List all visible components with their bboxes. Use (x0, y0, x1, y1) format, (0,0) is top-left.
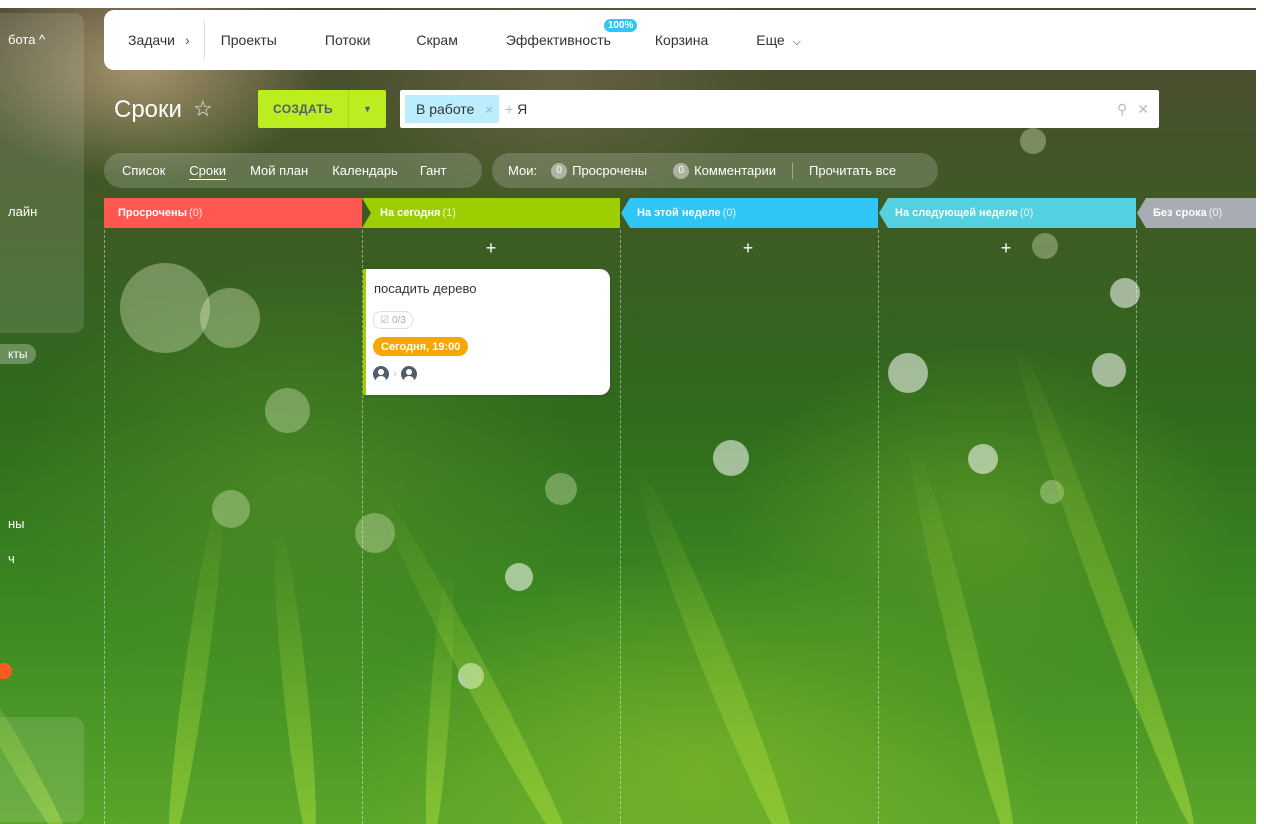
filter-chip-label: В работе (416, 101, 475, 117)
left-sidebar: бота ^ лайн кты ны ч (0, 8, 86, 824)
chevron-right-icon: › (393, 368, 397, 380)
checklist-badge[interactable]: ☑ 0/3 (373, 311, 413, 329)
sidebar-pill[interactable]: кты (0, 344, 36, 364)
view-deadlines[interactable]: Сроки (189, 163, 226, 178)
deadline-badge[interactable]: Сегодня, 19:00 (373, 337, 469, 356)
counters-label: Мои: (508, 163, 538, 178)
close-icon[interactable]: × (485, 102, 493, 117)
column-count: (0) (1208, 207, 1223, 219)
task-title[interactable]: посадить дерево (374, 281, 476, 296)
create-button-label: СОЗДАТЬ (273, 102, 333, 116)
responsible-avatar-icon[interactable] (400, 366, 417, 382)
column-title: Без срока (1153, 207, 1207, 219)
nav-trash[interactable]: Корзина (655, 32, 708, 48)
counter-overdue[interactable]: 0 Просрочены (551, 162, 648, 179)
dropdown-arrow-icon[interactable]: ▼ (349, 104, 386, 114)
view-gantt[interactable]: Гант (420, 163, 447, 178)
overdue-count: 0 (551, 162, 568, 179)
create-button[interactable]: СОЗДАТЬ ▼ (258, 90, 386, 128)
nav-projects[interactable]: Проекты (221, 32, 277, 48)
column-count: (0) (1019, 207, 1034, 219)
sidebar-item[interactable]: ны (8, 516, 25, 531)
filter-search-bar[interactable]: В работе × + Я ⚲ ✕ (400, 90, 1159, 128)
nav-tasks[interactable]: Задачи (128, 32, 175, 48)
efficiency-badge: 100% (603, 19, 638, 32)
chevron-right-icon: › (185, 32, 190, 48)
overdue-label: Просрочены (572, 163, 648, 178)
column-header-overdue: Просрочены (0) (104, 198, 362, 228)
column-count: (0) (189, 207, 203, 219)
column-header-today: На сегодня (1) (366, 198, 620, 228)
background-image (0, 8, 1256, 824)
nav-divider (203, 21, 205, 59)
search-icon[interactable]: ⚲ (1117, 101, 1127, 118)
column-divider (878, 230, 879, 824)
column-header-no-deadline: Без срока (0) (1139, 198, 1256, 228)
sidebar-card-bottom (0, 717, 84, 822)
sidebar-item-work[interactable]: бота ^ (8, 32, 45, 47)
nav-more[interactable]: Еще ⌵ (756, 32, 801, 49)
filter-me-label: Я (517, 101, 528, 117)
add-task-next-week-button[interactable]: + (996, 238, 1016, 259)
column-title: Просрочены (118, 207, 188, 219)
column-count: (0) (722, 207, 737, 219)
read-all-button[interactable]: Прочитать все (809, 163, 896, 178)
nav-flows[interactable]: Потоки (325, 32, 371, 48)
nav-more-label: Еще (756, 31, 785, 48)
column-title: На сегодня (380, 207, 441, 219)
column-title: На следующей неделе (895, 207, 1018, 219)
column-header-this-week: На этой неделе (0) (623, 198, 877, 228)
sidebar-item-online[interactable]: лайн (8, 204, 37, 219)
star-icon[interactable]: ☆ (193, 96, 213, 122)
clear-icon[interactable]: ✕ (1137, 101, 1149, 118)
nav-efficiency[interactable]: Эффективность 100% (505, 19, 638, 48)
view-list[interactable]: Список (122, 163, 165, 178)
column-count: (1) (442, 207, 456, 219)
counters-divider (792, 162, 793, 179)
filter-chip[interactable]: В работе × (405, 95, 499, 123)
top-navigation: Задачи › Проекты Потоки Скрам Эффективно… (104, 10, 1256, 70)
chevron-down-icon: ⌵ (792, 35, 801, 48)
sidebar-item[interactable]: ч (8, 551, 15, 566)
view-my-plan[interactable]: Мой план (250, 163, 308, 178)
notification-dot (0, 663, 12, 679)
add-task-today-button[interactable]: + (481, 238, 501, 259)
column-title: На этой неделе (637, 207, 721, 219)
creator-avatar-icon[interactable] (373, 366, 389, 382)
checklist-count: 0/3 (391, 314, 406, 326)
card-accent (363, 269, 366, 395)
view-switcher: Список Сроки Мой план Календарь Гант (104, 153, 482, 188)
column-divider (104, 230, 105, 824)
comments-label: Комментарии (694, 163, 776, 178)
task-card[interactable]: посадить дерево ☑ 0/3 Сегодня, 19:00 › (363, 269, 610, 395)
checklist-icon: ☑ (380, 314, 389, 326)
column-header-next-week: На следующей неделе (0) (881, 198, 1135, 228)
filter-me[interactable]: + Я (505, 101, 527, 117)
counters-bar: Мои: 0 Просрочены 0 Комментарии Прочитат… (492, 153, 938, 188)
page-title: Сроки (114, 96, 182, 123)
comments-count: 0 (673, 162, 690, 179)
task-people: › (373, 366, 417, 382)
counter-comments[interactable]: 0 Комментарии (673, 162, 776, 179)
add-task-week-button[interactable]: + (738, 238, 758, 259)
view-calendar[interactable]: Календарь (332, 163, 398, 178)
nav-scrum[interactable]: Скрам (416, 32, 457, 48)
column-divider (620, 230, 621, 824)
sidebar-card (0, 13, 84, 333)
column-divider (1136, 230, 1137, 824)
nav-efficiency-label: Эффективность (505, 32, 611, 48)
plus-icon: + (504, 101, 514, 117)
